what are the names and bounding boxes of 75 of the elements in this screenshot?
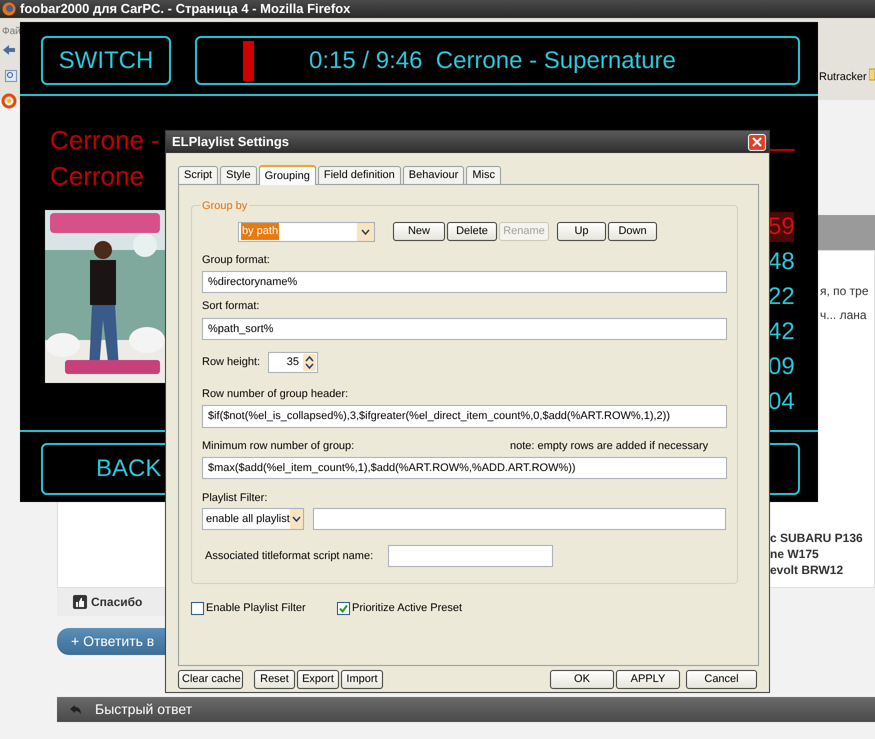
tab[interactable]: Misc	[466, 166, 501, 184]
dropdown-arrow-button[interactable]	[290, 509, 303, 529]
back-arrow-icon[interactable]	[2, 44, 16, 56]
post-text: ч... лана	[820, 307, 867, 324]
note-text: note: empty rows are added if necessary	[510, 439, 708, 452]
dropdown-value: enable all playlist	[206, 512, 290, 527]
thanks-button[interactable]: Спасибо	[73, 593, 142, 611]
text-field[interactable]: $if($not(%el_is_collapsed%),3,$ifgreater(%el_direct_item_count%,0,$add(%ART.ROW%,1),2))	[202, 405, 727, 428]
tab[interactable]: Grouping	[258, 165, 316, 185]
text-field[interactable]	[313, 508, 726, 530]
checkbox-label[interactable]: Enable Playlist Filter	[206, 600, 306, 616]
text-field[interactable]: $max($add(%el_item_count%,1),$add(%ART.ROW%,%ADD.ART.ROW%))	[202, 457, 727, 479]
field-label: Row height:	[202, 355, 262, 370]
duration-text: 42	[768, 317, 794, 347]
now-playing-text: 0:15 / 9:46 Cerrone - Supernature	[309, 46, 676, 76]
button[interactable]: Export	[297, 670, 339, 689]
field-label: Row number of group header:	[202, 387, 350, 400]
chevron-down-icon	[361, 228, 370, 234]
switch-button[interactable]: SWITCH	[41, 36, 171, 85]
button[interactable]: Reset	[254, 670, 295, 689]
duration-text: 59	[768, 212, 794, 242]
checkbox-label[interactable]: Prioritize Active Preset	[352, 600, 462, 616]
button[interactable]: Down	[608, 222, 657, 241]
field-label: Sort format:	[202, 299, 260, 312]
tab[interactable]: Behaviour	[402, 166, 464, 184]
field-label: Group format:	[202, 253, 271, 266]
thumbs-up-icon	[73, 595, 87, 609]
duration-text: 48	[768, 247, 794, 277]
group-legend: Group by	[200, 198, 250, 214]
search-icon[interactable]	[5, 70, 17, 82]
tab[interactable]: Script	[178, 166, 218, 184]
field-label: Playlist Filter:	[202, 491, 268, 504]
field-label: Associated titleformat script name:	[205, 548, 374, 564]
post-text: я, по тре	[820, 283, 869, 300]
firefox-icon	[2, 2, 16, 16]
progress-marker[interactable]	[243, 40, 254, 80]
window-title: foobar2000 для CarPC. - Страница 4 - Mozilla Firefox	[20, 0, 350, 18]
tab[interactable]: Field definition	[318, 166, 401, 184]
spin-box[interactable]: 35	[268, 352, 318, 373]
button[interactable]: Up	[557, 222, 606, 241]
text-field[interactable]: %directoryname%	[202, 271, 727, 293]
dropdown-value: by path	[241, 223, 280, 240]
dropdown[interactable]: enable all playlist	[202, 508, 304, 530]
text-field[interactable]: %path_sort%	[202, 318, 727, 340]
tab[interactable]: Style	[220, 166, 257, 184]
page-header-bar	[818, 215, 875, 250]
spin-arrows-icon[interactable]	[303, 354, 316, 371]
car-list-item: ne W175	[770, 546, 819, 563]
button[interactable]: Cancel	[686, 670, 757, 689]
checkbox[interactable]	[191, 602, 204, 614]
button[interactable]: Import	[341, 670, 383, 689]
dropdown-arrow-button[interactable]	[357, 222, 374, 240]
car-list-item: с SUBARU P136	[770, 530, 863, 547]
text-field[interactable]	[388, 545, 553, 567]
lifebuoy-icon[interactable]	[1, 93, 17, 109]
chevron-down-icon	[292, 516, 301, 522]
button[interactable]: Clear cache	[178, 670, 243, 689]
bookmark-link[interactable]: Rutracker	[819, 69, 867, 86]
close-button[interactable]	[748, 134, 766, 150]
section-title: Быстрый ответ	[95, 700, 192, 719]
button[interactable]: New	[393, 222, 445, 241]
back-arrow-icon	[69, 704, 83, 716]
button[interactable]: Delete	[447, 222, 497, 241]
artist-text: Cerrone -	[50, 124, 160, 157]
duration-text: 22	[768, 282, 794, 312]
dialog-title: ELPlaylist Settings	[172, 133, 290, 152]
spin-value: 35	[286, 355, 299, 370]
album-text: Cerrone	[50, 160, 144, 193]
close-icon	[752, 137, 762, 147]
button[interactable]: APPLY	[616, 670, 680, 689]
check-icon	[339, 604, 348, 612]
button[interactable]: OK	[550, 670, 614, 689]
checkbox[interactable]	[337, 602, 350, 614]
field-label: Minimum row number of group:	[202, 439, 356, 452]
car-list-item: evolt BRW12	[770, 562, 844, 579]
